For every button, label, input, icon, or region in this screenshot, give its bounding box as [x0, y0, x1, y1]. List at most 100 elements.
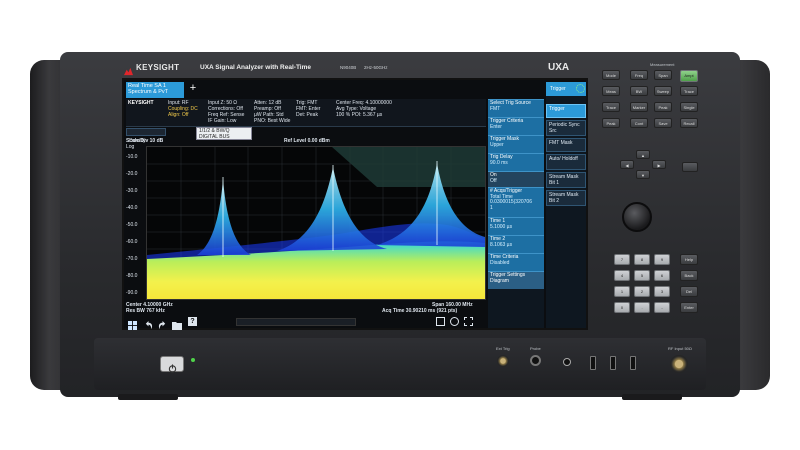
- key-help[interactable]: Help: [680, 254, 698, 265]
- rf-input-label: RF Input 50Ω: [668, 346, 692, 351]
- display-dropdown[interactable]: 1/1/2 & BW/Q DIG/TAL BUS: [196, 127, 252, 140]
- key-bw[interactable]: BW: [630, 86, 648, 96]
- key-decimal[interactable]: .: [634, 302, 650, 313]
- probe-port[interactable]: [530, 355, 541, 366]
- arrow-right-button[interactable]: ▶: [652, 160, 666, 169]
- menu-item-value: Upper: [490, 141, 504, 148]
- menu-item-value: Enter: [490, 123, 502, 130]
- key-back[interactable]: Back: [680, 270, 698, 281]
- brand-title: UXA Signal Analyzer with Real-Time: [200, 64, 312, 71]
- menu-item-select-trig-source[interactable]: Select Trig Source FMT: [488, 99, 544, 117]
- res-bw-label: Res BW 767 kHz: [126, 308, 165, 314]
- key-single[interactable]: Single: [680, 102, 698, 112]
- brand-model: N9040B: [340, 65, 357, 70]
- settings-icon[interactable]: [450, 317, 459, 326]
- softkey-panel: Trigger Trigger Periodic Sync Src FMT Ma…: [546, 82, 586, 328]
- rotary-knob[interactable]: [622, 202, 652, 232]
- key-3[interactable]: 3: [654, 286, 670, 297]
- menu-item-on-off-toggle[interactable]: On Off: [488, 171, 544, 187]
- ext-trig-label: Ext Trig: [496, 346, 510, 351]
- softkey-stream-mask-bit-1[interactable]: Stream Mask Bit 1: [546, 172, 586, 188]
- header-det: Det: Peak: [296, 112, 318, 118]
- spectrum-density-graph: [147, 147, 485, 299]
- menu-item-trigger-settings-diagram[interactable]: Trigger Settings Diagram: [488, 271, 544, 289]
- key-enter[interactable]: Enter: [680, 302, 698, 313]
- usb-port-2[interactable]: [610, 356, 616, 370]
- y-tick: -30.0: [126, 188, 138, 194]
- key-8[interactable]: 8: [634, 254, 650, 265]
- status-header: KEYSIGHT Input: RF Coupling: DC Align: O…: [126, 99, 486, 127]
- menu-item-time-1[interactable]: Time 1 5.1000 µs: [488, 217, 544, 235]
- y-tick: -10.0: [126, 154, 138, 160]
- softkey-fmt-mask[interactable]: FMT Mask: [546, 138, 586, 152]
- softkey-auto-holdoff[interactable]: Auto/ Holdoff: [546, 154, 586, 170]
- folder-icon[interactable]: [172, 317, 182, 330]
- key-peak[interactable]: Peak: [654, 102, 672, 112]
- key-ampt[interactable]: Ampt: [680, 70, 698, 82]
- spectrum-plot[interactable]: [146, 146, 486, 300]
- menu-item-value: 8.1063 µs: [490, 241, 513, 248]
- softkey-trigger[interactable]: Trigger: [546, 104, 586, 118]
- menu-item-trig-delay[interactable]: Trig Delay 90.0 ms: [488, 153, 544, 171]
- key-2[interactable]: 2: [634, 286, 650, 297]
- menu-item-trigger-mask[interactable]: Trigger Mask Upper: [488, 135, 544, 153]
- key-meas[interactable]: Meas: [602, 86, 620, 96]
- softkey-periodic-sync-src[interactable]: Periodic Sync Src: [546, 120, 586, 136]
- redo-icon[interactable]: [158, 317, 167, 330]
- help-icon[interactable]: ?: [188, 317, 197, 326]
- y-tick: -90.0: [126, 290, 138, 296]
- ext-trig-port[interactable]: [497, 355, 509, 367]
- key-recall[interactable]: Recall: [680, 118, 698, 128]
- key-tab[interactable]: [682, 162, 698, 172]
- windows-icon[interactable]: [128, 317, 137, 330]
- measurement-tab[interactable]: Real Time SA 1 Spectrum & PvT: [126, 82, 184, 98]
- key-del[interactable]: Del: [680, 286, 698, 297]
- density-mode-button[interactable]: Density: [126, 128, 166, 144]
- key-cont[interactable]: Cont: [630, 118, 648, 128]
- arrow-down-button[interactable]: ▼: [636, 170, 650, 179]
- brand-bar: KEYSIGHT UXA Signal Analyzer with Real-T…: [118, 60, 598, 76]
- network-icon[interactable]: [576, 84, 585, 93]
- header-poi: 100 % POI: 5.367 µs: [336, 112, 383, 118]
- menu-item-acqs-per-trigger[interactable]: # Acqs/Trigger Total Time 0.0300015(3207…: [488, 187, 544, 217]
- key-marker[interactable]: Marker: [630, 102, 648, 112]
- key-save[interactable]: Save: [654, 118, 672, 128]
- key-9[interactable]: 9: [654, 254, 670, 265]
- left-foot: [118, 394, 178, 400]
- status-strip: [236, 318, 356, 326]
- header-if-gain: IF Gain: Low: [208, 118, 237, 124]
- menu-item-time-2[interactable]: Time 2 8.1063 µs: [488, 235, 544, 253]
- key-sweep[interactable]: Sweep: [654, 86, 672, 96]
- key-trace-left[interactable]: Trace: [602, 102, 620, 112]
- usb-port-1[interactable]: [590, 356, 596, 370]
- aux-port[interactable]: [563, 358, 571, 366]
- menu-item-time-criteria[interactable]: Time Criteria Disabled: [488, 253, 544, 271]
- key-5[interactable]: 5: [634, 270, 650, 281]
- key-6[interactable]: 6: [654, 270, 670, 281]
- y-tick: -40.0: [126, 205, 138, 211]
- key-minus[interactable]: -: [654, 302, 670, 313]
- key-0[interactable]: 0: [614, 302, 630, 313]
- key-freq[interactable]: Freq: [630, 70, 648, 80]
- key-4[interactable]: 4: [614, 270, 630, 281]
- rf-input-connector[interactable]: [670, 355, 688, 373]
- softkey-stream-mask-bit-2[interactable]: Stream Mask Bit 2: [546, 190, 586, 206]
- power-button[interactable]: [160, 356, 184, 373]
- add-tab-button[interactable]: +: [187, 83, 199, 95]
- menu-item-trigger-criteria[interactable]: Trigger Criteria Enter: [488, 117, 544, 135]
- fullscreen-icon[interactable]: [464, 317, 473, 326]
- arrow-left-button[interactable]: ◀: [620, 160, 634, 169]
- signal-peak-1: [197, 179, 251, 255]
- right-foot: [622, 394, 682, 400]
- key-1[interactable]: 1: [614, 286, 630, 297]
- undo-icon[interactable]: [144, 317, 153, 330]
- key-7[interactable]: 7: [614, 254, 630, 265]
- key-trace[interactable]: Trace: [680, 86, 698, 96]
- arrow-up-button[interactable]: ▲: [636, 150, 650, 159]
- key-peak-left[interactable]: Peak: [602, 118, 620, 128]
- usb-port-3[interactable]: [630, 356, 636, 370]
- zoom-icon[interactable]: [436, 317, 445, 326]
- key-mode[interactable]: Mode: [602, 70, 620, 80]
- brand-logo: KEYSIGHT: [136, 63, 180, 72]
- key-span[interactable]: Span: [654, 70, 672, 80]
